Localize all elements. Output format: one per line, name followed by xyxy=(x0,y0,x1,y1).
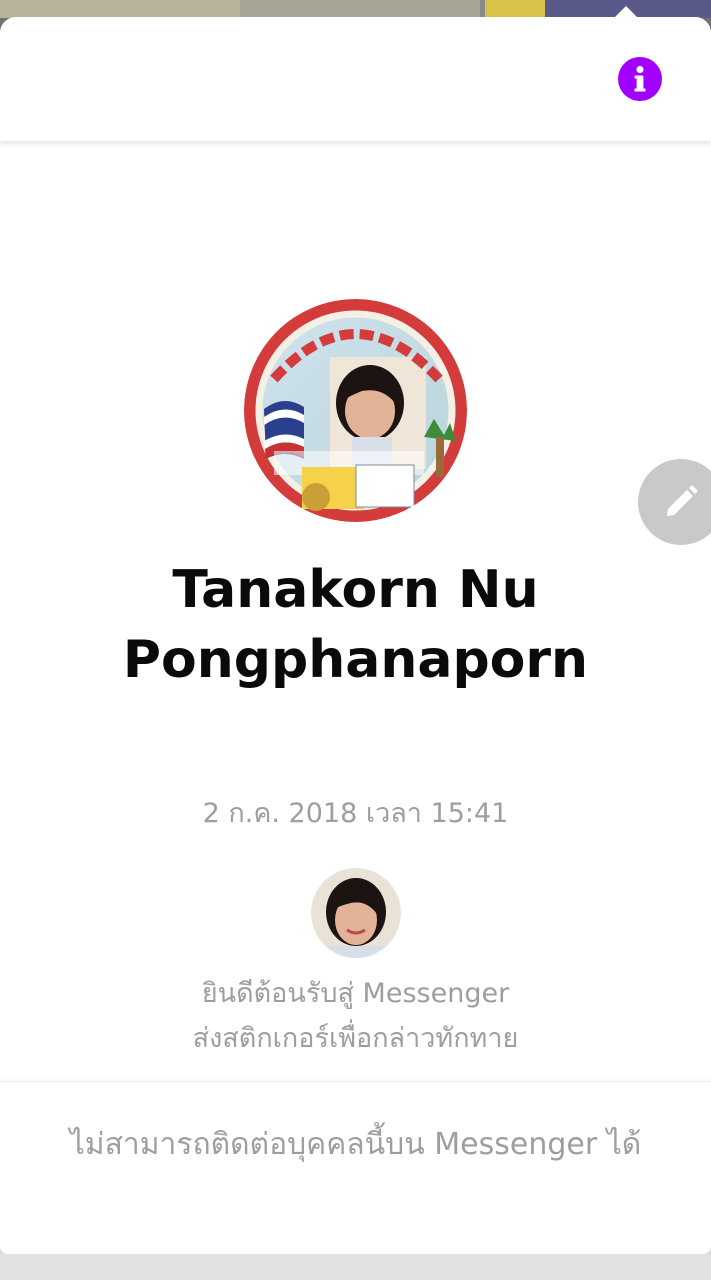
unavailable-notice: ไม่สามารถติดต่อบุคคลนี้บน Messenger ได้ xyxy=(0,1081,711,1254)
profile-picture[interactable] xyxy=(244,299,467,522)
profile-name: Tanakorn Nu Pongphanaporn xyxy=(122,560,589,690)
background-block xyxy=(0,0,240,18)
avatar-photo-image xyxy=(311,868,401,958)
bottom-bar xyxy=(0,1254,711,1280)
header-bar xyxy=(0,17,711,141)
profile-content: Tanakorn Nu Pongphanaporn 2 ก.ค. 2018 เว… xyxy=(0,141,711,1081)
background-strip xyxy=(0,0,711,18)
profile-photo-image xyxy=(244,299,467,522)
sticker-hint: ส่งสติกเกอร์เพื่อกล่าวทักทาย xyxy=(192,1023,519,1054)
info-icon xyxy=(634,65,646,92)
avatar xyxy=(311,868,401,958)
unavailable-notice-text: ไม่สามารถติดต่อบุคคลนี้บน Messenger ได้ xyxy=(69,1127,642,1162)
background-block xyxy=(240,0,480,18)
background-block xyxy=(485,0,545,18)
welcome-line: ยินดีต้อนรับสู่ Messenger xyxy=(201,978,510,1009)
edit-button[interactable] xyxy=(638,459,711,545)
profile-sheet: Tanakorn Nu Pongphanaporn 2 ก.ค. 2018 เว… xyxy=(0,17,711,1254)
conversation-timestamp: 2 ก.ค. 2018 เวลา 15:41 xyxy=(202,798,509,829)
welcome-message: ยินดีต้อนรับสู่ Messenger ส่งสติกเกอร์เพ… xyxy=(60,971,651,1061)
pencil-icon xyxy=(667,485,698,516)
info-button[interactable] xyxy=(618,57,662,101)
